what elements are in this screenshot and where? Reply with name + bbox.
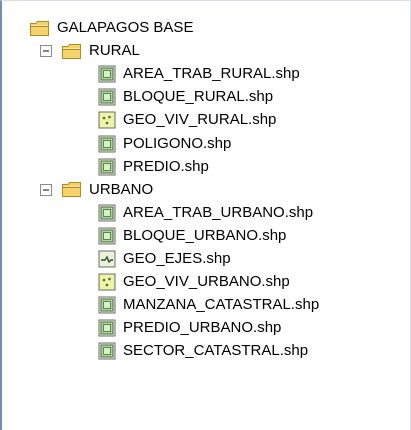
polygon-layer-icon	[98, 296, 116, 314]
polygon-layer-icon	[98, 227, 116, 245]
polygon-layer-icon	[98, 158, 116, 176]
item-label: PREDIO_URBANO.shp	[123, 319, 282, 337]
item-label: GALAPAGOS BASE	[57, 19, 194, 36]
polygon-layer-icon	[98, 342, 116, 360]
item-label: RURAL	[89, 42, 140, 60]
tree-layer-item[interactable]: AREA_TRAB_URBANO.shp	[98, 202, 313, 224]
item-label: AREA_TRAB_URBANO.shp	[123, 203, 314, 221]
folder-icon	[61, 181, 82, 198]
point-layer-icon	[98, 111, 116, 129]
tree-root-folder[interactable]: GALAPAGOS BASE	[29, 17, 193, 39]
tree-layer-item[interactable]: SECTOR_CATASTRAL.shp	[98, 340, 308, 362]
tree-folder-rural[interactable]: RURAL	[39, 40, 140, 62]
tree-layer-item[interactable]: GEO_VIV_RURAL.shp	[98, 109, 276, 131]
item-label: BLOQUE_RURAL.shp	[123, 88, 274, 106]
tree-layer-item[interactable]: POLIGONO.shp	[98, 133, 231, 155]
polygon-layer-icon	[98, 135, 116, 153]
tree-layer-item[interactable]: GEO_VIV_URBANO.shp	[98, 271, 290, 293]
folder-icon	[61, 43, 82, 60]
collapse-minus-icon[interactable]	[39, 183, 53, 197]
tree-layer-item[interactable]: AREA_TRAB_RURAL.shp	[98, 63, 300, 85]
polygon-layer-icon	[98, 319, 116, 337]
polygon-layer-icon	[98, 88, 116, 106]
item-label: PREDIO.shp	[123, 157, 209, 175]
tree-layer-item[interactable]: BLOQUE_RURAL.shp	[98, 86, 273, 108]
item-label: URBANO	[89, 180, 154, 198]
tree-layer-item[interactable]: PREDIO_URBANO.shp	[98, 317, 281, 339]
line-layer-icon	[98, 250, 116, 268]
item-label: MANZANA_CATASTRAL.shp	[123, 296, 320, 314]
polygon-layer-icon	[98, 204, 116, 222]
item-label: AREA_TRAB_RURAL.shp	[123, 65, 300, 83]
point-layer-icon	[98, 273, 116, 291]
item-label: GEO_VIV_RURAL.shp	[123, 111, 277, 129]
item-label: GEO_VIV_URBANO.shp	[123, 273, 290, 291]
item-label: GEO_EJES.shp	[123, 250, 231, 267]
catalog-tree-panel: GALAPAGOS BASE RURAL AREA_TRAB_RURAL.shp BL…	[0, 0, 411, 430]
item-label: SECTOR_CATASTRAL.shp	[123, 342, 309, 360]
item-label: POLIGONO.shp	[123, 134, 232, 152]
item-label: BLOQUE_URBANO.shp	[123, 226, 287, 244]
polygon-layer-icon	[98, 65, 116, 83]
tree-layer-item[interactable]: PREDIO.shp	[98, 156, 209, 178]
tree-layer-item[interactable]: MANZANA_CATASTRAL.shp	[98, 294, 319, 316]
tree-folder-urbano[interactable]: URBANO	[39, 179, 153, 201]
collapse-minus-icon[interactable]	[39, 44, 53, 58]
tree-layer-item[interactable]: BLOQUE_URBANO.shp	[98, 225, 286, 247]
tree-layer-item[interactable]: GEO_EJES.shp	[98, 248, 231, 270]
folder-icon	[29, 20, 50, 37]
